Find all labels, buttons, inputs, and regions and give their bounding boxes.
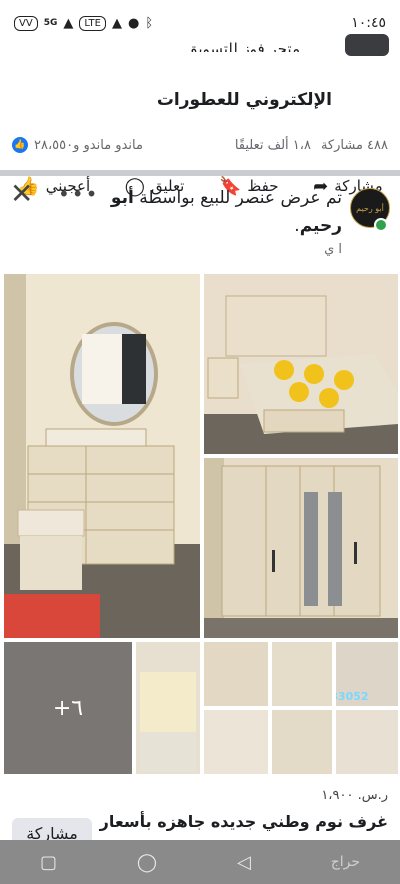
status-badge: VV (14, 15, 38, 31)
phone-watermark: 0509283052 (336, 690, 369, 703)
signal-icon-2: ▲ (111, 15, 122, 31)
location-icon: ● (127, 15, 140, 31)
photo-thumb-1[interactable]: +٦ (4, 642, 132, 774)
system-nav-bar: ▢ ◯ ◁ حراج (0, 840, 400, 884)
photo-thumb-2[interactable] (136, 642, 200, 774)
like-reaction-icon: 👍 (12, 137, 28, 153)
photo-dressing-table[interactable] (4, 274, 200, 638)
bluetooth-icon: ᛒ (145, 15, 154, 31)
photo-bed[interactable] (204, 274, 398, 454)
photo-thumb-7[interactable] (272, 710, 332, 774)
engagement-stats: ٤٨٨ مشاركة ١،٨ ألف تعليقًا ماندو ماندو و… (0, 132, 400, 158)
photo-thumb-8[interactable] (336, 710, 398, 774)
signal-icon: ▲ (63, 15, 74, 31)
photo-thumb-6[interactable] (204, 710, 268, 774)
photo-grid: +٦ 0509283052 (0, 272, 400, 774)
previous-post: متجر فوز للتسويق الإلكتروني للعطورات ٤٨٨… (0, 34, 400, 197)
wardrobe-image (204, 458, 398, 638)
previous-post-thumbnail[interactable] (345, 34, 389, 56)
back-icon[interactable]: ◁ (237, 852, 251, 873)
lte-label: LTE (79, 15, 106, 31)
reactions-summary[interactable]: ماندو ماندو و٢٨،٥٥٠ 👍 (12, 137, 143, 153)
shares-text[interactable]: ٤٨٨ مشاركة (321, 138, 388, 153)
photo-thumb-3[interactable] (204, 642, 268, 706)
signal-5g-label: 5G (43, 18, 58, 28)
post-title-text: تم عرض عنصر للبيع بواسطة (139, 188, 342, 208)
bed-image (204, 274, 398, 454)
marketplace-post-header: أبو رحيم تم عرض عنصر للبيع بواسطة أبو رح… (0, 180, 400, 268)
marketplace-listing[interactable]: ر.س. ١،٩٠٠ غرف نوم وطني جديده جاهزه بأسع… (0, 776, 400, 848)
listing-title[interactable]: غرف نوم وطني جديده جاهزه بأسعار (100, 812, 388, 831)
listing-price: ر.س. ١،٩٠٠ (321, 788, 388, 803)
thumb-2-floor (140, 732, 196, 772)
photo-wardrobe[interactable] (204, 458, 398, 638)
more-photos-overlay[interactable]: +٦ (4, 642, 132, 774)
more-photos-count: +٦ (52, 695, 84, 721)
comments-text[interactable]: ١،٨ ألف تعليقًا (235, 138, 311, 153)
photo-thumb-5[interactable]: 0509283052 (336, 642, 398, 706)
recent-apps-icon[interactable]: ▢ (40, 852, 57, 873)
online-status-dot (374, 218, 388, 232)
brand-watermark: حراج (330, 854, 360, 870)
more-options-icon[interactable]: ••• (58, 182, 99, 206)
post-subtitle: ا ي (324, 242, 342, 257)
home-icon[interactable]: ◯ (137, 852, 157, 873)
dressing-table-image (4, 274, 200, 638)
close-icon[interactable]: ✕ (10, 180, 33, 208)
shares-count[interactable]: ٤٨٨ مشاركة ١،٨ ألف تعليقًا (235, 138, 388, 153)
status-icons: VV 5G ▲ LTE ▲ ● ᛒ (14, 15, 154, 31)
reactions-text: ماندو ماندو و٢٨،٥٥٠ (34, 137, 143, 153)
thumb-2-bed (140, 672, 196, 732)
previous-post-title-partial: متجر فوز للتسويق (185, 40, 300, 52)
post-title: تم عرض عنصر للبيع بواسطة أبو رحيم. (92, 184, 342, 240)
avatar-text: أبو رحيم (356, 203, 384, 213)
clock: ١٠:٤٥ (351, 15, 386, 31)
feed-divider (0, 170, 400, 176)
photo-thumb-4[interactable] (272, 642, 332, 706)
previous-post-title[interactable]: الإلكتروني للعطورات (157, 90, 332, 110)
